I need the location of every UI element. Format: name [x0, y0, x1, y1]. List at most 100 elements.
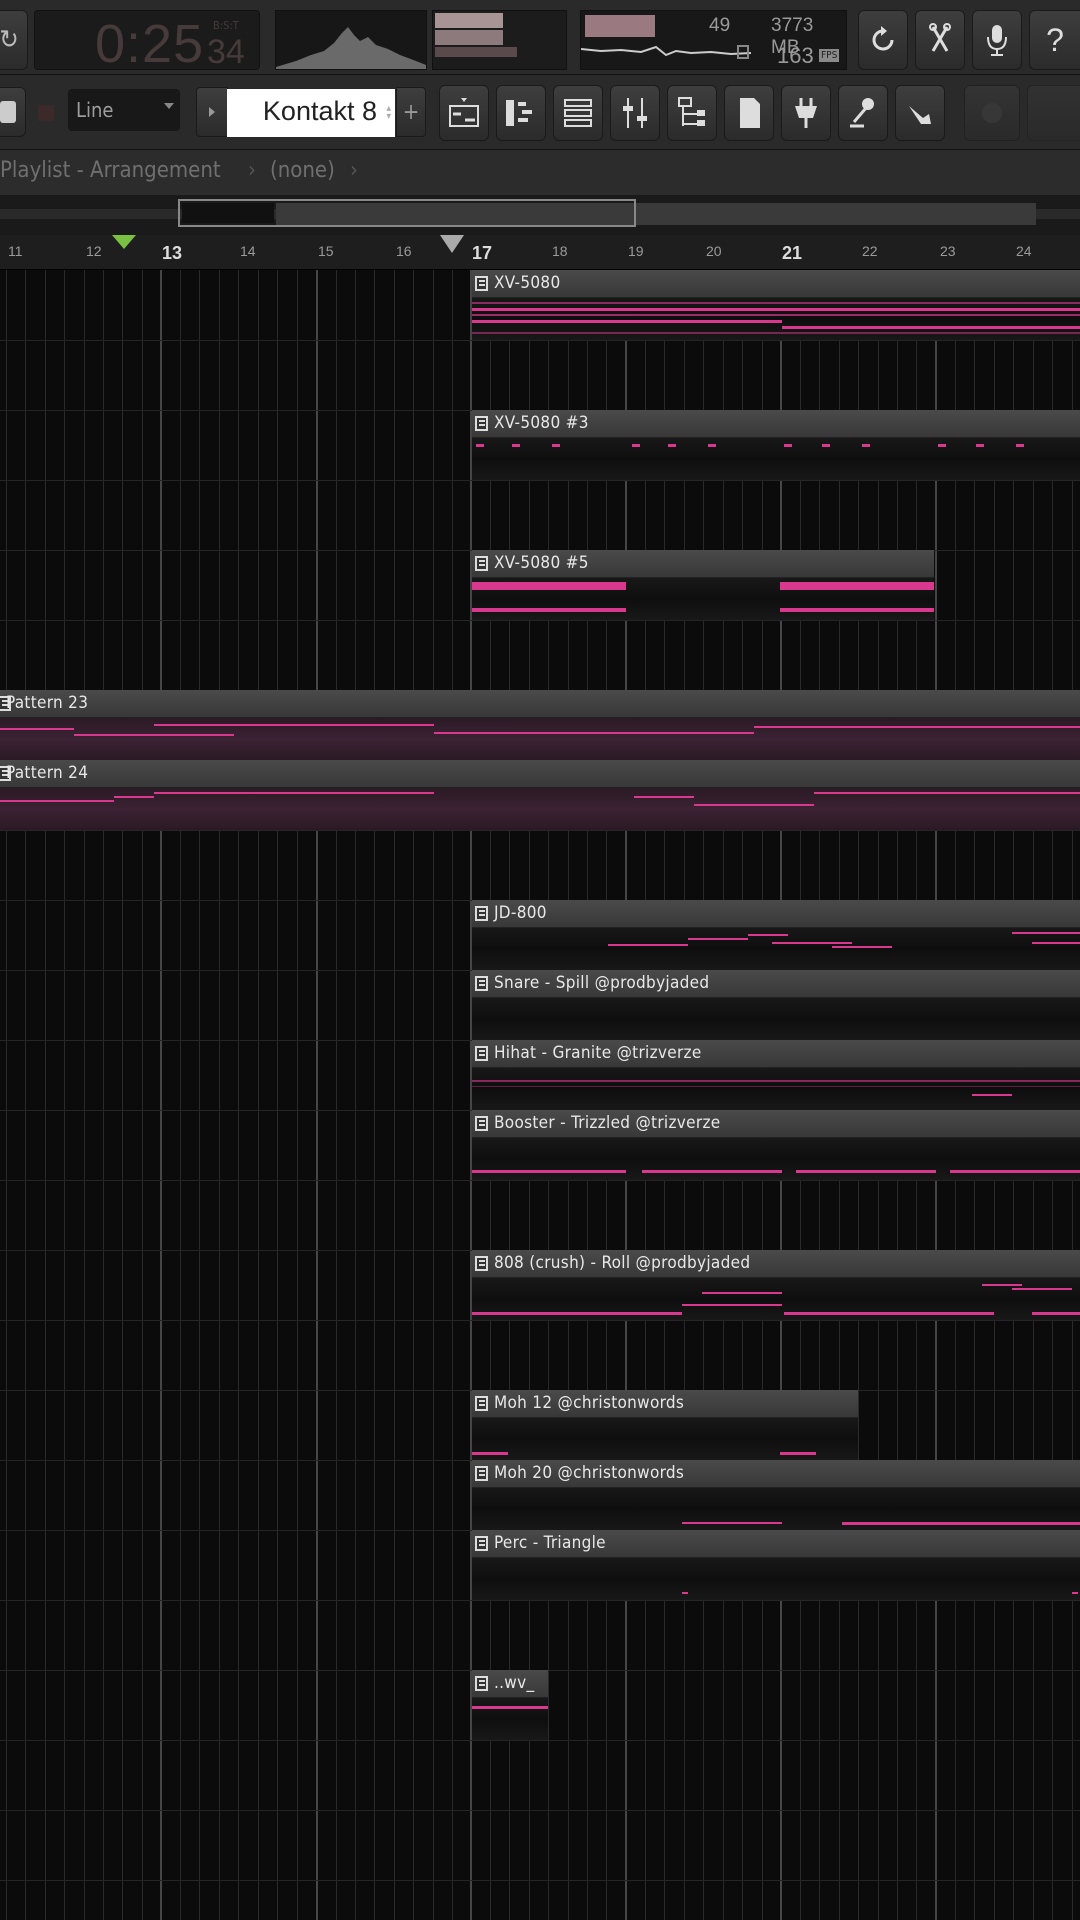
pattern-clip[interactable]: Pattern 23 — [0, 690, 1080, 760]
clip-notes — [472, 928, 1080, 970]
extra-button[interactable] — [1027, 85, 1080, 141]
cpu-label: FPS — [819, 49, 840, 62]
clip-name: Pattern 23 — [6, 693, 89, 713]
add-channel-button[interactable]: + — [396, 87, 426, 137]
playlist-button[interactable] — [439, 85, 489, 141]
timeline-ruler[interactable]: 11 12 13 14 15 16 17 18 19 20 21 22 23 2… — [0, 235, 1080, 270]
clip-header[interactable]: Perc - Triangle — [472, 1530, 1080, 1558]
plus-icon: + — [402, 99, 420, 125]
playhead-marker-icon[interactable] — [440, 235, 464, 253]
cut-tool-button[interactable] — [915, 10, 965, 70]
piano-roll-icon — [506, 100, 532, 126]
piano-roll-button[interactable] — [496, 85, 546, 141]
arrow-right-icon — [209, 107, 215, 117]
song-time-sub-label: B:S:T — [213, 19, 239, 32]
clip-name: Pattern 24 — [6, 763, 89, 783]
bar-number: 19 — [628, 243, 644, 259]
loop-start-marker-icon[interactable] — [112, 235, 136, 249]
clip-header[interactable]: Pattern 23 — [0, 690, 1080, 718]
clip-header[interactable]: Booster - Trizzled @trizverze — [472, 1110, 1080, 1138]
touch-controller-button[interactable] — [838, 85, 888, 141]
pattern-clip[interactable]: XV-5080 #5 — [472, 550, 934, 620]
pattern-icon — [475, 1396, 488, 1411]
help-button[interactable]: ? — [1029, 10, 1080, 70]
clip-header[interactable]: Snare - Spill @prodbyjaded — [472, 970, 1080, 998]
pin-icon — [850, 98, 874, 128]
pattern-clip[interactable]: Moh 12 @christonwords — [472, 1390, 858, 1460]
clip-header[interactable]: ..wv_ — [472, 1670, 548, 1698]
clip-notes — [472, 1138, 1080, 1180]
channel-rack-icon — [564, 99, 592, 127]
bar-number: 23 — [940, 243, 956, 259]
microphone-icon — [987, 25, 1007, 56]
clip-notes — [0, 788, 1080, 830]
song-time-sub: 34 — [207, 33, 245, 71]
bar-number: 20 — [706, 243, 722, 259]
bar-number: 15 — [318, 243, 334, 259]
clip-notes — [472, 1488, 1080, 1530]
clip-name: XV-5080 #5 — [494, 553, 589, 573]
disabled-button[interactable] — [964, 85, 1020, 141]
channel-selector[interactable]: Kontakt 8 ▴ ▾ — [227, 89, 395, 137]
browser-button[interactable] — [667, 85, 717, 141]
pattern-icon — [475, 1046, 488, 1061]
hand-tool-button[interactable] — [895, 85, 945, 141]
plugin-picker-button[interactable] — [781, 85, 831, 141]
scissors-icon — [929, 23, 951, 52]
clip-notes — [472, 1278, 1080, 1320]
pattern-clip[interactable]: Perc - Triangle — [472, 1530, 1080, 1600]
hint-button[interactable] — [0, 87, 26, 137]
pattern-clip[interactable]: XV-5080 #3 — [472, 410, 1080, 480]
pattern-clip[interactable]: Pattern 24 — [0, 760, 1080, 830]
peak-meter-mid — [435, 47, 517, 57]
pattern-icon — [475, 1116, 488, 1131]
snap-icon — [38, 105, 54, 121]
bar-number: 18 — [552, 243, 568, 259]
song-position-display[interactable]: 0:25 B:S:T 34 — [34, 10, 260, 74]
clip-notes — [472, 998, 1080, 1040]
clip-header[interactable]: XV-5080 #5 — [472, 550, 934, 578]
record-audio-button[interactable] — [972, 10, 1022, 70]
clip-header[interactable]: JD-800 — [472, 900, 1080, 928]
spin-arrows-icon: ▴ ▾ — [386, 103, 391, 122]
channel-prev-button[interactable] — [196, 87, 228, 137]
channel-rack-button[interactable] — [553, 85, 603, 141]
clip-header[interactable]: Pattern 24 — [0, 760, 1080, 788]
clip-header[interactable]: Hihat - Granite @trizverze — [472, 1040, 1080, 1068]
clip-name: 808 (crush) - Roll @prodbyjaded — [494, 1253, 751, 1273]
pattern-clip[interactable]: 808 (crush) - Roll @prodbyjaded — [472, 1250, 1080, 1320]
clip-name: Perc - Triangle — [494, 1533, 606, 1553]
hat-icon — [0, 101, 16, 123]
snap-selector[interactable]: Line — [68, 89, 180, 131]
mixer-button[interactable] — [610, 85, 660, 141]
pattern-clip[interactable]: XV-5080 — [472, 270, 1080, 340]
pattern-clip[interactable]: JD-800 — [472, 900, 1080, 970]
clip-header[interactable]: 808 (crush) - Roll @prodbyjaded — [472, 1250, 1080, 1278]
clip-header[interactable]: Moh 20 @christonwords — [472, 1460, 1080, 1488]
clip-header[interactable]: Moh 12 @christonwords — [472, 1390, 858, 1418]
pattern-clip[interactable]: Booster - Trizzled @trizverze — [472, 1110, 1080, 1180]
pattern-icon — [475, 1676, 488, 1691]
clip-header[interactable]: XV-5080 — [472, 270, 1080, 298]
secondary-toolbar: Line Kontakt 8 ▴ ▾ + — [0, 75, 1080, 150]
playlist-title[interactable]: Playlist - Arrangement — [0, 158, 221, 183]
help-icon: ? — [1046, 21, 1064, 58]
pattern-clip[interactable]: Snare - Spill @prodbyjaded — [472, 970, 1080, 1040]
pattern-clip[interactable]: Hihat - Granite @trizverze — [472, 1040, 1080, 1110]
clip-notes — [472, 1068, 1080, 1110]
current-pattern[interactable]: (none) — [270, 158, 335, 183]
pattern-clip[interactable]: ..wv_ — [472, 1670, 548, 1740]
snap-label: Line — [76, 98, 114, 122]
performance-monitor[interactable]: 49 3773 MB 163 FPS — [580, 10, 847, 70]
pattern-clip[interactable]: Moh 20 @christonwords — [472, 1460, 1080, 1530]
top-toolbar: ↻ 0:25 B:S:T 34 49 3773 MB 163 FPS ? — [0, 0, 1080, 75]
undo-button[interactable] — [858, 10, 908, 70]
project-button[interactable] — [724, 85, 774, 141]
playlist-header: Playlist - Arrangement › (none) › — [0, 150, 1080, 195]
clip-notes — [472, 1418, 858, 1460]
playlist-grid[interactable]: XV-5080 XV-5080 #3 XV-5080 #5 Pattern 23… — [0, 270, 1080, 1920]
clip-header[interactable]: XV-5080 #3 — [472, 410, 1080, 438]
loop-toggle-button[interactable]: ↻ — [0, 10, 28, 70]
bar-number: 22 — [862, 243, 878, 259]
playlist-overview[interactable] — [0, 195, 1080, 235]
